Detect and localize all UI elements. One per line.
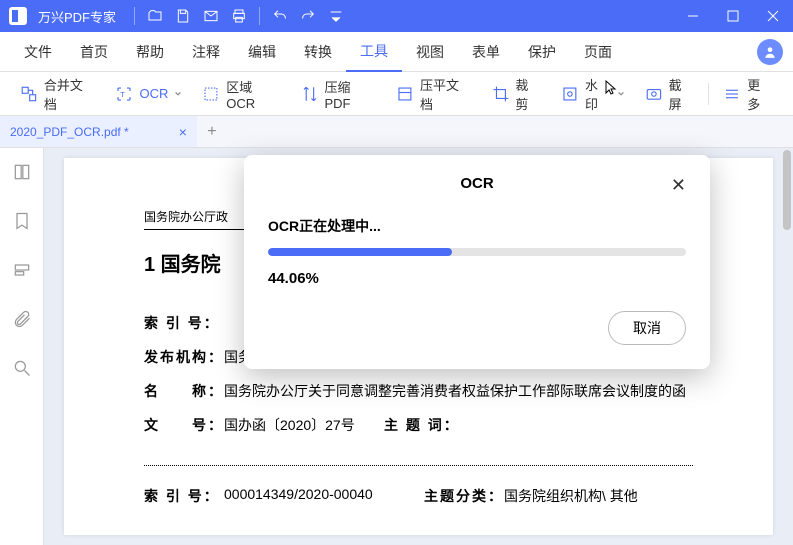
tool-ocr[interactable]: T OCR: [105, 72, 192, 116]
toolbar: 合并文档 T OCR 区域OCR 压缩PDF 压平文档 裁剪 水印 截屏 更多: [0, 72, 793, 116]
tool-ocr-label: OCR: [139, 86, 168, 101]
field-label: 索 引 号：: [144, 486, 224, 506]
menu-help[interactable]: 帮助: [122, 32, 178, 72]
mail-icon[interactable]: [197, 2, 225, 30]
field-label: 主 题 词：: [384, 415, 464, 435]
vertical-scrollbar[interactable]: [783, 150, 791, 230]
doc-header-left: 国务院办公厅政: [144, 208, 228, 225]
maximize-button[interactable]: [713, 0, 753, 32]
menu-file[interactable]: 文件: [10, 32, 66, 72]
menu-convert[interactable]: 转换: [290, 32, 346, 72]
menu-view[interactable]: 视图: [402, 32, 458, 72]
tool-merge[interactable]: 合并文档: [10, 72, 105, 116]
undo-icon[interactable]: [266, 2, 294, 30]
tool-flatten-label: 压平文档: [420, 75, 472, 113]
tool-watermark-label: 水印: [585, 75, 611, 113]
tab-close-icon[interactable]: ×: [179, 124, 187, 140]
menu-home[interactable]: 首页: [66, 32, 122, 72]
menu-edit[interactable]: 编辑: [234, 32, 290, 72]
field-label: 索 引 号：: [144, 313, 224, 333]
field-label: 名 称：: [144, 381, 224, 401]
tool-crop-label: 裁剪: [515, 75, 541, 113]
field-label: 文 号：: [144, 415, 224, 435]
tool-flatten[interactable]: 压平文档: [386, 72, 481, 116]
left-sidebar: [0, 148, 44, 545]
app-logo-icon: [6, 4, 30, 28]
print-icon[interactable]: [225, 2, 253, 30]
cancel-button[interactable]: 取消: [608, 311, 686, 345]
tool-more[interactable]: 更多: [713, 72, 783, 116]
menu-bar: 文件 首页 帮助 注释 编辑 转换 工具 视图 表单 保护 页面: [0, 32, 793, 72]
separator: [134, 7, 135, 25]
chevron-down-icon: [617, 86, 625, 101]
bookmark-icon[interactable]: [12, 211, 32, 236]
menu-annotate[interactable]: 注释: [178, 32, 234, 72]
progress-bar: [268, 248, 686, 256]
tool-compress[interactable]: 压缩PDF: [291, 72, 386, 116]
tool-area-ocr-label: 区域OCR: [226, 77, 280, 111]
app-title: 万兴PDF专家: [38, 7, 116, 26]
menu-page[interactable]: 页面: [570, 32, 626, 72]
quick-access-dropdown-icon[interactable]: [322, 2, 350, 30]
tool-area-ocr[interactable]: 区域OCR: [192, 72, 290, 116]
dialog-close-icon[interactable]: ✕: [671, 175, 686, 196]
separator: [708, 83, 709, 105]
ocr-progress-dialog: OCR ✕ OCR正在处理中... 44.06% 取消: [244, 155, 710, 369]
comments-icon[interactable]: [12, 260, 32, 285]
svg-text:T: T: [121, 90, 126, 99]
tool-crop[interactable]: 裁剪: [482, 72, 552, 116]
chevron-down-icon: [174, 86, 182, 101]
progress-percent-text: 44.06%: [268, 270, 686, 287]
tab-label: 2020_PDF_OCR.pdf *: [10, 125, 129, 139]
tool-screenshot[interactable]: 截屏: [635, 72, 705, 116]
separator: [259, 7, 260, 25]
progress-status-text: OCR正在处理中...: [268, 216, 686, 236]
tab-bar: 2020_PDF_OCR.pdf * × +: [0, 116, 793, 148]
field-value: 000014349/2020-00040: [224, 486, 424, 506]
tool-more-label: 更多: [747, 75, 773, 113]
field-value: 国办函〔2020〕27号: [224, 415, 384, 435]
document-tab[interactable]: 2020_PDF_OCR.pdf * ×: [0, 116, 197, 147]
save-icon[interactable]: [169, 2, 197, 30]
open-icon[interactable]: [141, 2, 169, 30]
dialog-title: OCR: [460, 175, 493, 192]
menu-protect[interactable]: 保护: [514, 32, 570, 72]
divider: [144, 465, 693, 466]
progress-fill: [268, 248, 452, 256]
add-tab-button[interactable]: +: [197, 116, 227, 147]
tool-compress-label: 压缩PDF: [325, 77, 377, 111]
menu-tools[interactable]: 工具: [346, 32, 402, 72]
tool-screenshot-label: 截屏: [669, 75, 695, 113]
redo-icon[interactable]: [294, 2, 322, 30]
minimize-button[interactable]: [673, 0, 713, 32]
thumbnails-icon[interactable]: [12, 162, 32, 187]
close-button[interactable]: [753, 0, 793, 32]
field-label: 发布机构：: [144, 347, 224, 367]
field-value: 国务院办公厅关于同意调整完善消费者权益保护工作部际联席会议制度的函: [224, 381, 693, 401]
user-avatar-icon[interactable]: [757, 39, 783, 65]
field-label: 主题分类：: [424, 486, 504, 506]
search-icon[interactable]: [12, 358, 32, 383]
menu-form[interactable]: 表单: [458, 32, 514, 72]
field-value: 国务院组织机构\ 其他: [504, 486, 638, 506]
title-bar: 万兴PDF专家: [0, 0, 793, 32]
attachment-icon[interactable]: [12, 309, 32, 334]
tool-watermark[interactable]: 水印: [551, 72, 635, 116]
tool-merge-label: 合并文档: [44, 75, 96, 113]
